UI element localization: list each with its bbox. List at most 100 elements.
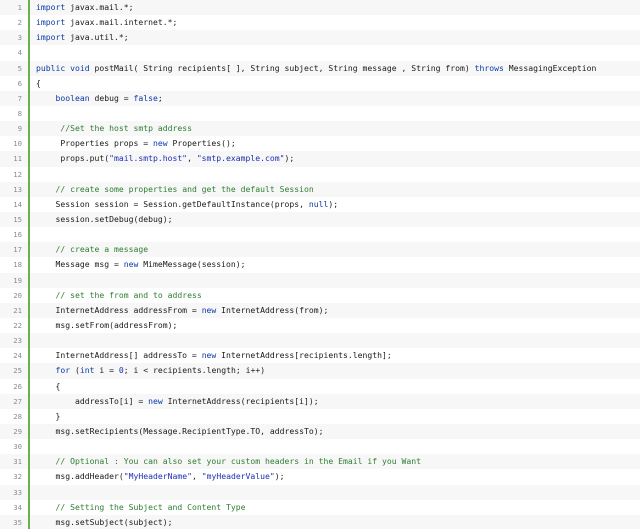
code-token: msg.setRecipients(Message.RecipientType.… xyxy=(36,425,324,436)
line-content xyxy=(30,45,36,60)
line-number: 11 xyxy=(13,154,22,164)
code-line: 1 import javax.mail.*; xyxy=(0,0,640,16)
line-content: public void postMail( String recipients[… xyxy=(30,61,596,76)
line-content: import javax.mail.*; xyxy=(30,0,133,15)
line-content: Message msg = new MimeMessage(session); xyxy=(30,257,245,272)
code-line: 23 xyxy=(0,333,640,349)
line-number: 3 xyxy=(17,33,22,43)
line-content: //Set the host smtp address xyxy=(30,121,192,136)
code-line: 19 xyxy=(0,272,640,288)
line-number: 15 xyxy=(13,214,22,224)
code-token: props.put( xyxy=(36,153,110,164)
code-line: 14 Session session = Session.getDefaultI… xyxy=(0,196,640,212)
line-number: 18 xyxy=(13,260,22,270)
code-token: javax.mail.internet.*; xyxy=(65,17,178,28)
line-number: 13 xyxy=(13,184,22,194)
line-content xyxy=(30,227,36,242)
code-token: InternetAddress(recipients[i]); xyxy=(162,395,319,406)
line-number: 17 xyxy=(13,245,22,255)
code-token: ; xyxy=(157,92,163,103)
comment-token: // Optional : You can also set your cust… xyxy=(55,456,421,467)
line-number: 2 xyxy=(17,18,22,28)
code-editor: 1 import javax.mail.*; 2 import javax.mail.… xyxy=(0,0,640,529)
line-content: // create some properties and get the de… xyxy=(30,182,314,197)
code-token: ); xyxy=(274,471,285,482)
comment-token: // create a message xyxy=(55,244,149,255)
line-number: 20 xyxy=(13,290,22,300)
keyword-token: boolean xyxy=(55,92,90,103)
string-token: "MyHeaderName" xyxy=(123,471,192,482)
line-content: boolean debug = false; xyxy=(30,91,163,106)
code-token: Properties props = xyxy=(36,138,153,149)
line-content: Properties props = new Properties(); xyxy=(30,136,235,151)
line-content xyxy=(30,273,36,288)
code-token: Message msg = xyxy=(36,259,124,270)
line-content: // Optional : You can also set your cust… xyxy=(30,454,421,469)
code-token: msg.setFrom(addressFrom); xyxy=(36,319,178,330)
code-token: Session session = Session.getDefaultInst… xyxy=(36,198,309,209)
line-number: 24 xyxy=(13,351,22,361)
code-token: { xyxy=(36,77,41,88)
line-number: 35 xyxy=(13,517,22,527)
code-token: , xyxy=(187,153,197,164)
code-token: InternetAddress[] addressTo = xyxy=(36,350,202,361)
line-content: } xyxy=(30,409,60,424)
code-token: ( xyxy=(70,365,80,376)
line-number: 16 xyxy=(13,230,22,240)
line-content: msg.setRecipients(Message.RecipientType.… xyxy=(30,424,324,439)
line-content: // set the from and to address xyxy=(30,288,202,303)
code-token: } xyxy=(36,410,61,421)
code-line: 21 InternetAddress addressFrom = new Int… xyxy=(0,302,640,318)
string-token: "myHeaderValue" xyxy=(201,471,275,482)
code-token: debug = xyxy=(89,92,134,103)
keyword-token: int xyxy=(79,365,95,376)
line-number: 14 xyxy=(13,199,22,209)
code-line: 29 msg.setRecipients(Message.RecipientTy… xyxy=(0,423,640,440)
line-number: 22 xyxy=(13,320,22,330)
code-line: 4 xyxy=(0,45,640,61)
code-line: 32 msg.addHeader("MyHeaderName", "myHead… xyxy=(0,469,640,485)
code-line: 15 session.setDebug(debug); xyxy=(0,211,640,228)
code-token: session.setDebug(debug); xyxy=(36,213,173,224)
line-number: 26 xyxy=(13,381,22,391)
code-token: MessagingException xyxy=(503,62,597,73)
line-number: 6 xyxy=(17,78,22,88)
code-line: 7 boolean debug = false; xyxy=(0,90,640,106)
keyword-token: new xyxy=(148,395,163,406)
keyword-token: public xyxy=(36,62,66,73)
line-number: 30 xyxy=(13,442,22,452)
line-number: 29 xyxy=(13,426,22,436)
code-line: 11 props.put("mail.smtp.host", "smtp.exa… xyxy=(0,151,640,167)
line-number: 19 xyxy=(13,275,22,285)
line-content: // create a message xyxy=(30,242,149,257)
line-number: 34 xyxy=(13,502,22,512)
keyword-token: for xyxy=(55,365,71,376)
keyword-token: new xyxy=(201,350,217,361)
code-token: , xyxy=(191,471,202,482)
keyword-token: null xyxy=(308,198,329,209)
code-line: 27 addressTo[i] = new InternetAddress(re… xyxy=(0,393,640,409)
code-token: postMail( String recipients[ ], String s… xyxy=(89,62,475,73)
code-token: InternetAddress(from); xyxy=(216,304,329,315)
code-token: msg.addHeader( xyxy=(36,471,124,482)
line-number: 27 xyxy=(13,396,22,406)
keyword-token: false xyxy=(133,92,158,103)
code-line: 2 import javax.mail.internet.*; xyxy=(0,15,640,31)
code-line: 35 msg.setSubject(subject); xyxy=(0,514,640,529)
line-content: for (int i = 0; i < recipients.length; i… xyxy=(30,363,266,378)
code-line: 12 xyxy=(0,166,640,182)
line-content: InternetAddress[] addressTo = new Intern… xyxy=(30,348,391,363)
code-token: java.util.*; xyxy=(65,32,129,43)
code-line: 33 xyxy=(0,484,640,500)
keyword-token: new xyxy=(123,259,139,270)
line-number: 33 xyxy=(13,487,22,497)
string-token: "smtp.example.com" xyxy=(196,153,285,164)
line-number: 12 xyxy=(13,169,22,179)
keyword-token: void xyxy=(70,62,90,73)
line-content: { xyxy=(30,379,60,394)
keyword-token: import xyxy=(36,2,66,12)
